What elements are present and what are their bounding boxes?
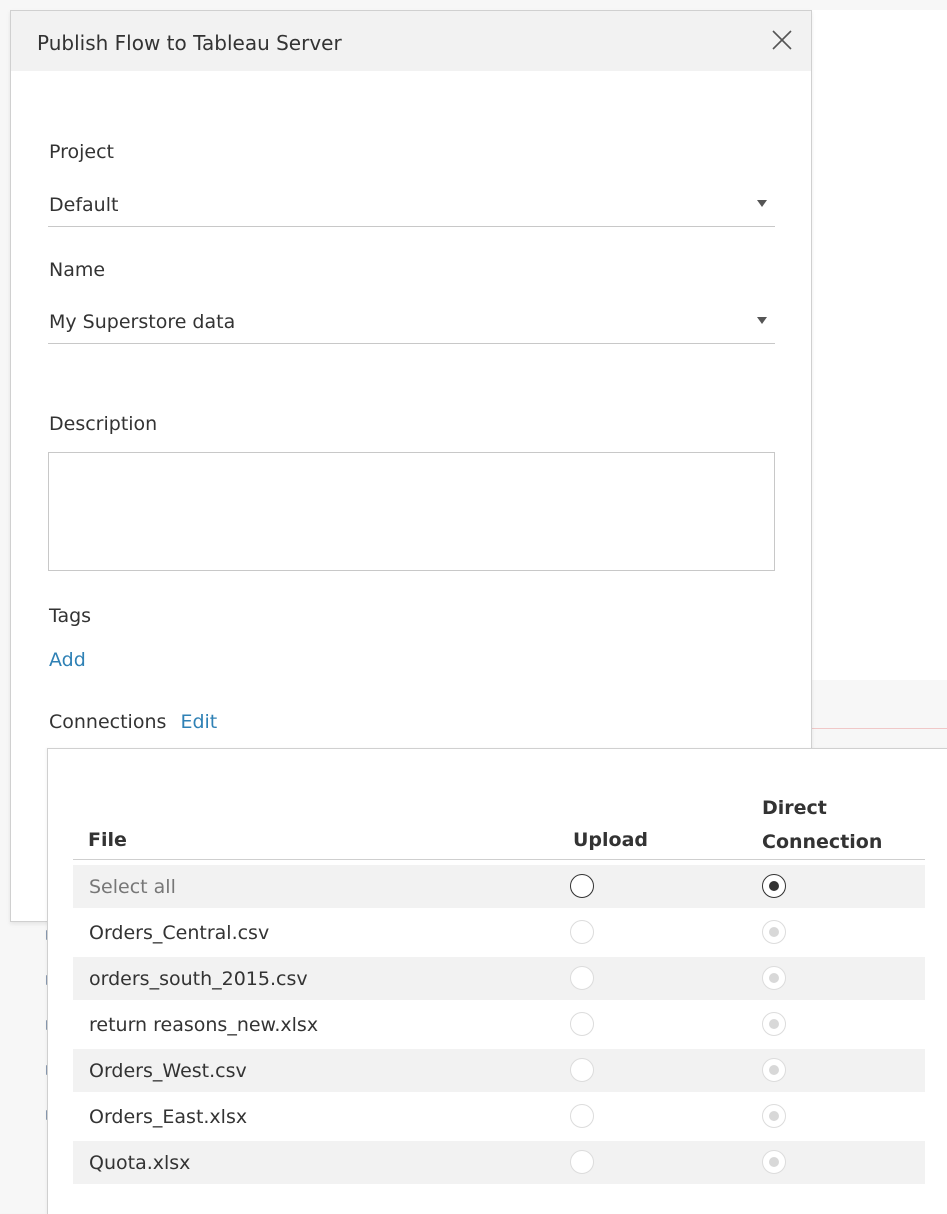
- upload-radio[interactable]: [570, 1104, 594, 1128]
- radio-dot: [769, 1157, 779, 1167]
- column-header-file: File: [88, 829, 127, 851]
- radio-dot: [769, 1065, 779, 1075]
- close-button[interactable]: [767, 25, 797, 55]
- column-header-direct-line2: Connection: [762, 831, 883, 853]
- table-row: Orders_Central.csv: [73, 911, 925, 954]
- select-all-label: Select all: [89, 876, 176, 898]
- table-row: Orders_East.xlsx: [73, 1095, 925, 1138]
- table-row: Quota.xlsx: [73, 1141, 925, 1184]
- radio-dot: [769, 927, 779, 937]
- select-all-direct-radio[interactable]: [762, 874, 786, 898]
- project-value: Default: [49, 194, 119, 216]
- description-field[interactable]: [48, 452, 775, 571]
- dialog-title: Publish Flow to Tableau Server: [37, 31, 342, 55]
- name-label: Name: [49, 259, 106, 281]
- chevron-down-icon: [757, 317, 767, 324]
- project-label: Project: [49, 141, 115, 163]
- upload-radio[interactable]: [570, 1150, 594, 1174]
- upload-radio[interactable]: [570, 920, 594, 944]
- add-tag-link[interactable]: Add: [49, 649, 86, 671]
- file-name: Quota.xlsx: [89, 1152, 191, 1174]
- radio-dot: [769, 973, 779, 983]
- table-row: Orders_West.csv: [73, 1049, 925, 1092]
- direct-connection-radio[interactable]: [762, 1012, 786, 1036]
- connections-label: Connections Edit: [49, 711, 217, 733]
- column-header-direct-line1: Direct: [762, 797, 827, 819]
- direct-connection-radio[interactable]: [762, 966, 786, 990]
- file-name: Orders_East.xlsx: [89, 1106, 248, 1128]
- name-dropdown[interactable]: My Superstore data: [48, 303, 775, 344]
- column-header-direct-connection: Direct Connection: [762, 791, 882, 859]
- name-value: My Superstore data: [49, 311, 236, 333]
- dialog-header: Publish Flow to Tableau Server: [11, 11, 811, 71]
- background-panel: [812, 10, 947, 680]
- direct-connection-radio[interactable]: [762, 920, 786, 944]
- edit-connections-link[interactable]: Edit: [180, 711, 217, 733]
- header-divider: [73, 859, 925, 860]
- table-row: orders_south_2015.csv: [73, 957, 925, 1000]
- chevron-down-icon: [757, 200, 767, 207]
- close-icon: [772, 30, 792, 50]
- description-label: Description: [49, 413, 158, 435]
- table-row: return reasons_new.xlsx: [73, 1003, 925, 1046]
- select-all-row: Select all: [73, 865, 925, 908]
- radio-dot: [769, 881, 779, 891]
- connections-table: File Upload Direct Connection Select all…: [47, 748, 947, 1214]
- upload-radio[interactable]: [570, 1058, 594, 1082]
- project-dropdown[interactable]: Default: [48, 186, 775, 227]
- radio-dot: [769, 1111, 779, 1121]
- direct-connection-radio[interactable]: [762, 1104, 786, 1128]
- upload-radio[interactable]: [570, 966, 594, 990]
- select-all-upload-radio[interactable]: [570, 874, 594, 898]
- tags-label: Tags: [49, 605, 92, 627]
- direct-connection-radio[interactable]: [762, 1058, 786, 1082]
- upload-radio[interactable]: [570, 1012, 594, 1036]
- radio-dot: [769, 1019, 779, 1029]
- connections-label-text: Connections: [49, 711, 167, 733]
- column-header-upload: Upload: [573, 829, 649, 851]
- file-name: orders_south_2015.csv: [89, 968, 308, 990]
- file-name: Orders_Central.csv: [89, 922, 270, 944]
- background-divider: [812, 728, 947, 729]
- direct-connection-radio[interactable]: [762, 1150, 786, 1174]
- file-name: return reasons_new.xlsx: [89, 1014, 319, 1036]
- file-name: Orders_West.csv: [89, 1060, 247, 1082]
